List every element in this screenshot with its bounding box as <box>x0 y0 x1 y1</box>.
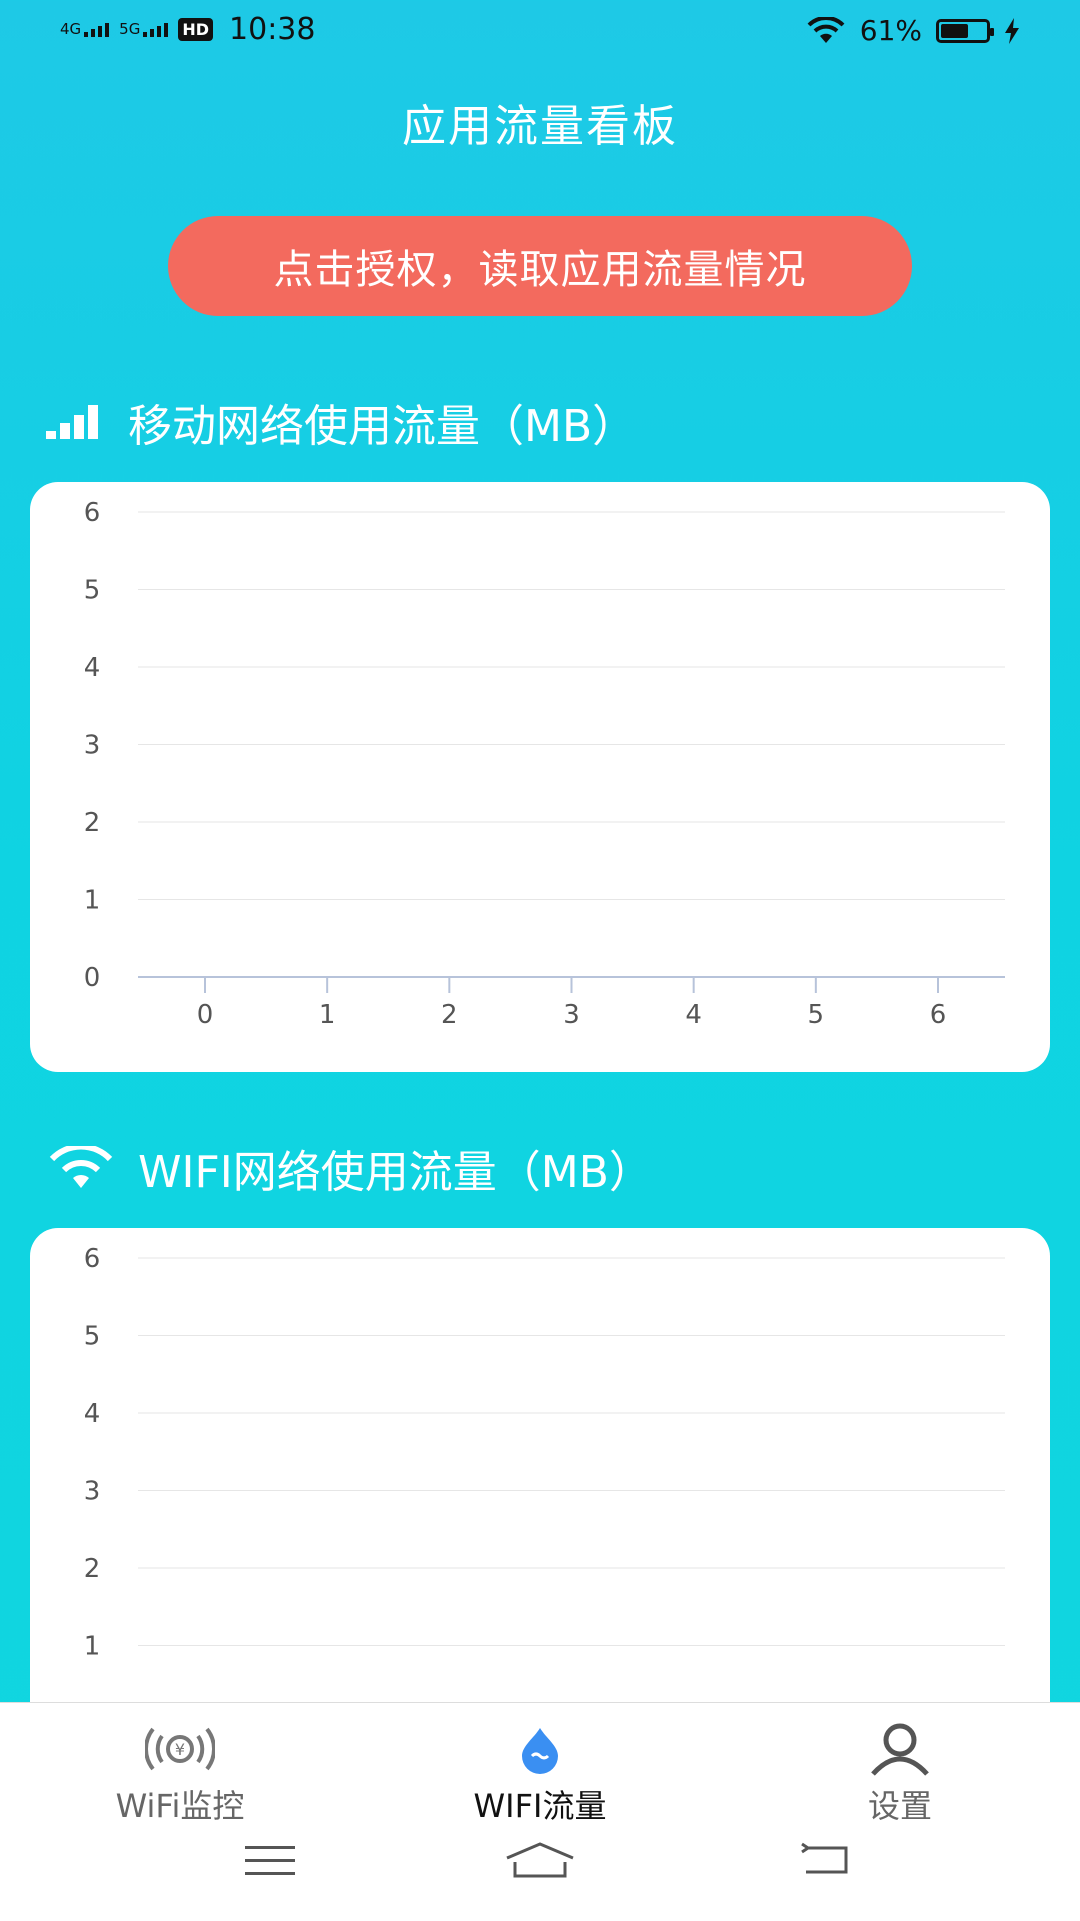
system-navigation-bar <box>0 1830 1080 1900</box>
x-tick-label: 6 <box>930 1000 947 1030</box>
y-tick-label: 1 <box>84 1632 101 1662</box>
wifi-usage-header: WIFI网络使用流量（MB） <box>46 1136 653 1200</box>
menu-icon <box>245 1846 295 1875</box>
wifi-signal-yen-icon: ¥ <box>145 1727 215 1771</box>
nav-label: WIFI流量 <box>473 1787 607 1825</box>
wifi-usage-chart: 1 2 3 4 5 6 <box>30 1228 1050 1748</box>
wifi-chart-svg: 1 2 3 4 5 6 <box>84 1244 1005 1662</box>
y-tick-label: 3 <box>84 731 101 761</box>
y-tick-label: 0 <box>84 963 101 993</box>
x-tick-label: 4 <box>685 1000 702 1030</box>
clock: 10:38 <box>229 12 316 47</box>
y-tick-label: 3 <box>84 1477 101 1507</box>
home-icon <box>506 1842 574 1878</box>
wifi-icon <box>49 1146 113 1188</box>
mobile-usage-header: 移动网络使用流量（MB） <box>46 390 636 454</box>
nav-item-settings[interactable]: 设置 <box>750 1721 1050 1827</box>
hd-badge: HD <box>178 18 214 41</box>
x-tick-label: 2 <box>441 1000 458 1030</box>
nav-item-wifi-monitor[interactable]: ¥ WiFi监控 <box>30 1721 330 1827</box>
x-tick-label: 1 <box>319 1000 336 1030</box>
status-right: 61% <box>806 14 1020 47</box>
mobile-usage-title: 移动网络使用流量（MB） <box>128 401 637 452</box>
battery-icon <box>936 18 994 43</box>
status-left: 4G 5G HD 10:38 <box>60 12 315 47</box>
wifi-icon <box>807 16 845 43</box>
charging-icon <box>1005 17 1019 44</box>
system-home-button[interactable] <box>495 1830 585 1890</box>
y-tick-label: 6 <box>84 498 101 528</box>
network-4g-label: 4G <box>60 20 82 38</box>
network-5g-indicator: 5G <box>119 20 169 38</box>
mobile-usage-chart: 0 1 2 3 4 5 6 0 1 2 3 4 5 6 <box>30 482 1050 1072</box>
x-tick-label: 0 <box>197 1000 214 1030</box>
back-icon <box>801 1842 848 1874</box>
nav-label: 设置 <box>867 1787 932 1825</box>
network-5g-label: 5G <box>119 20 141 38</box>
y-tick-label: 5 <box>84 576 101 606</box>
nav-label: WiFi监控 <box>115 1787 245 1825</box>
wifi-usage-title: WIFI网络使用流量（MB） <box>138 1147 653 1198</box>
authorize-button[interactable]: 点击授权，读取应用流量情况 <box>168 216 912 316</box>
y-tick-label: 1 <box>84 886 101 916</box>
user-icon <box>871 1723 929 1776</box>
system-back-button[interactable] <box>780 1830 870 1890</box>
signal-bars-icon <box>84 23 110 37</box>
x-tick-label: 3 <box>563 1000 580 1030</box>
network-4g-indicator: 4G <box>60 20 110 38</box>
nav-item-wifi-traffic[interactable]: WIFI流量 <box>390 1721 690 1827</box>
water-drop-icon <box>522 1728 558 1774</box>
y-tick-label: 5 <box>84 1322 101 1352</box>
page-title: 应用流量看板 <box>402 101 678 152</box>
x-tick-label: 5 <box>808 1000 825 1030</box>
y-tick-label: 2 <box>84 808 101 838</box>
y-tick-label: 4 <box>84 653 101 683</box>
y-tick-label: 6 <box>84 1244 101 1274</box>
mobile-chart-svg: 0 1 2 3 4 5 6 0 1 2 3 4 5 6 <box>84 498 1005 1030</box>
svg-text:¥: ¥ <box>175 1740 185 1759</box>
y-tick-label: 4 <box>84 1399 101 1429</box>
cellular-signal-icon <box>46 405 98 439</box>
system-menu-button[interactable] <box>225 1830 315 1890</box>
y-tick-label: 2 <box>84 1554 101 1584</box>
battery-percent: 61% <box>859 14 922 47</box>
signal-bars-icon <box>143 23 169 37</box>
status-bar: 4G 5G HD 10:38 61% <box>0 0 1080 66</box>
